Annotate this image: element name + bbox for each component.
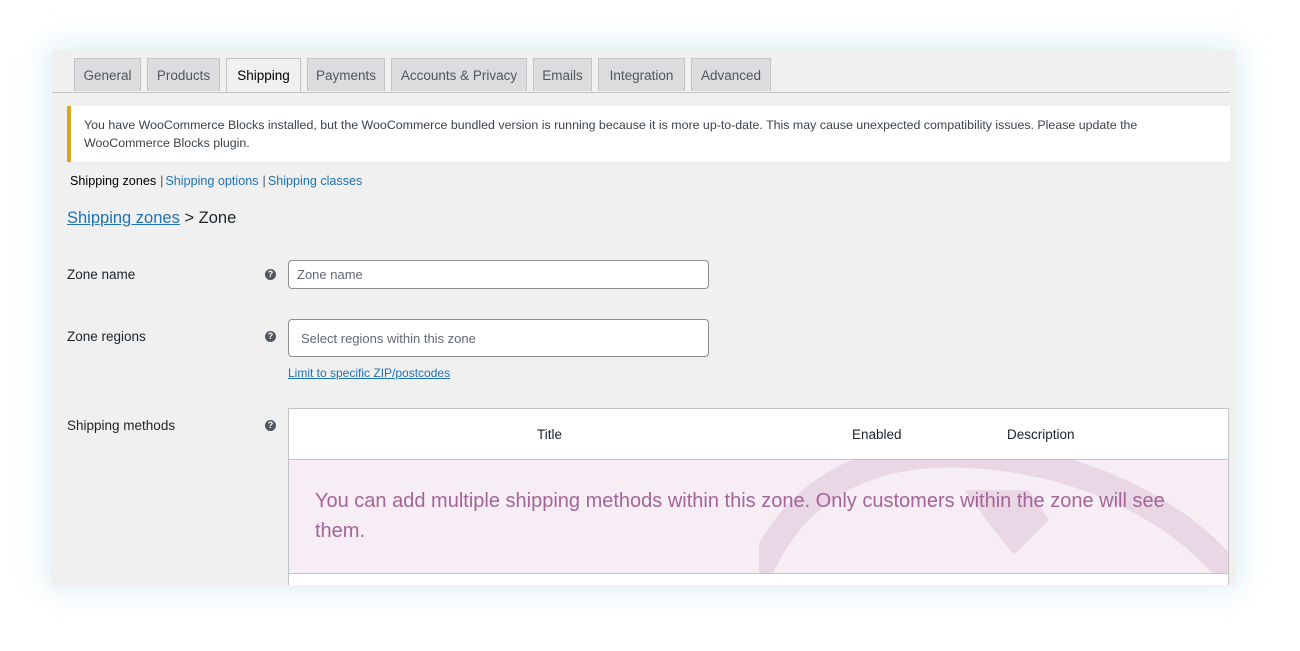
subnav-shipping-options[interactable]: Shipping options bbox=[165, 174, 258, 188]
column-enabled: Enabled bbox=[852, 427, 902, 442]
help-icon[interactable]: ? bbox=[265, 420, 276, 431]
tab-emails[interactable]: Emails bbox=[533, 58, 592, 91]
zone-regions-select[interactable]: Select regions within this zone bbox=[288, 319, 709, 357]
tab-shipping[interactable]: Shipping bbox=[226, 58, 301, 92]
shipping-methods-table: Title Enabled Description You can add mu… bbox=[288, 408, 1229, 585]
subnav-shipping-classes[interactable]: Shipping classes bbox=[268, 174, 363, 188]
tab-integration[interactable]: Integration bbox=[598, 58, 685, 91]
shipping-methods-label: Shipping methods bbox=[67, 418, 176, 433]
blank-state-message: You can add multiple shipping methods wi… bbox=[315, 490, 1165, 542]
settings-tabs: General Products Shipping Payments Accou… bbox=[52, 50, 1230, 93]
column-description: Description bbox=[1007, 427, 1075, 442]
tab-payments[interactable]: Payments bbox=[307, 58, 385, 91]
zone-name-placeholder: Zone name bbox=[297, 267, 363, 282]
tab-advanced[interactable]: Advanced bbox=[691, 58, 771, 91]
breadcrumb: Shipping zones > Zone bbox=[67, 209, 236, 228]
subnav-separator: | bbox=[262, 174, 266, 188]
zone-regions-label: Zone regions bbox=[67, 329, 146, 344]
help-icon[interactable]: ? bbox=[265, 331, 276, 342]
settings-panel: General Products Shipping Payments Accou… bbox=[52, 50, 1235, 585]
breadcrumb-current: Zone bbox=[198, 209, 237, 227]
table-header: Title Enabled Description bbox=[289, 409, 1228, 460]
blank-state: You can add multiple shipping methods wi… bbox=[289, 460, 1228, 574]
zone-name-label: Zone name bbox=[67, 267, 136, 282]
tab-accounts-privacy[interactable]: Accounts & Privacy bbox=[391, 58, 527, 91]
tab-products[interactable]: Products bbox=[147, 58, 220, 91]
breadcrumb-shipping-zones-link[interactable]: Shipping zones bbox=[67, 209, 180, 227]
tab-general[interactable]: General bbox=[74, 58, 141, 91]
subnav-shipping-zones: Shipping zones bbox=[70, 174, 157, 188]
column-title: Title bbox=[537, 427, 563, 442]
subnav-separator: | bbox=[160, 174, 164, 188]
zone-regions-placeholder: Select regions within this zone bbox=[301, 330, 476, 346]
breadcrumb-separator: > bbox=[184, 209, 195, 227]
help-icon[interactable]: ? bbox=[265, 269, 276, 280]
limit-postcodes-link[interactable]: Limit to specific ZIP/postcodes bbox=[288, 366, 450, 380]
zone-name-input[interactable]: Zone name bbox=[288, 260, 709, 289]
shipping-subnav: Shipping zones | Shipping options | Ship… bbox=[70, 174, 362, 188]
blocks-version-notice: You have WooCommerce Blocks installed, b… bbox=[67, 106, 1230, 162]
